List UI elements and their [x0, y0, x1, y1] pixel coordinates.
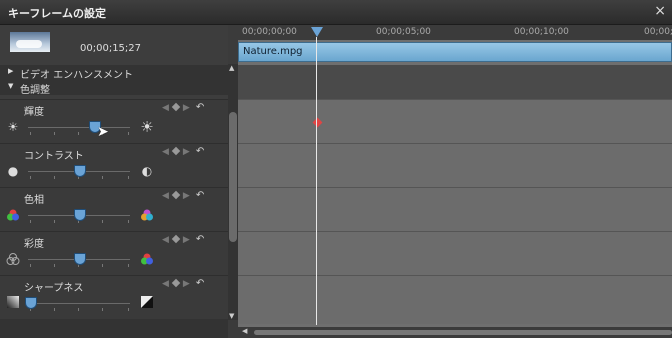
- add-keyframe-icon[interactable]: [171, 102, 181, 112]
- adjust-row-sharpness: シャープネス ◀ ▶ ↶: [0, 275, 228, 319]
- keyframe-timeline[interactable]: 00;00;00;00 00;00;05;00 00;00;10;00 00;0…: [238, 25, 672, 338]
- reset-icon[interactable]: ↶: [196, 102, 204, 113]
- playhead-line[interactable]: [316, 37, 317, 325]
- sharp-square-icon: [140, 296, 154, 310]
- scroll-left-icon[interactable]: ◀: [242, 327, 247, 335]
- color-circles-icon: [140, 252, 154, 266]
- window-title: キーフレームの設定: [8, 7, 107, 20]
- add-keyframe-icon[interactable]: [171, 234, 181, 244]
- preview-thumbnail: [10, 32, 50, 52]
- mouse-cursor-icon: ➤: [97, 124, 109, 140]
- reset-icon[interactable]: ↶: [196, 146, 204, 157]
- slider-thumb[interactable]: [74, 253, 86, 265]
- adjust-label: 色相: [24, 195, 44, 206]
- adjust-label: 輝度: [24, 107, 44, 118]
- current-timecode: 00;00;15;27: [80, 43, 142, 54]
- slider-thumb[interactable]: [25, 297, 37, 309]
- keyframe-controls[interactable]: ◀ ▶ ↶: [162, 234, 204, 245]
- adjust-row-hue: 色相 ◀ ▶ ↶: [0, 187, 228, 231]
- horizontal-scrollbar[interactable]: ◀: [238, 327, 672, 338]
- section-color-adjust[interactable]: ▼ 色調整: [0, 80, 228, 96]
- reset-icon[interactable]: ↶: [196, 278, 204, 289]
- title-bar: キーフレームの設定 ×: [0, 0, 672, 25]
- keyframe-lane[interactable]: [238, 231, 672, 275]
- scroll-down-icon[interactable]: ▼: [229, 312, 234, 320]
- time-ruler[interactable]: 00;00;00;00 00;00;05;00 00;00;10;00 00;0…: [238, 25, 672, 40]
- reset-icon[interactable]: ↶: [196, 234, 204, 245]
- collapse-arrow-icon: ▼: [8, 82, 14, 90]
- slider-track[interactable]: [28, 127, 130, 128]
- playhead-handle[interactable]: [311, 27, 323, 37]
- sun-large-icon: ☀: [140, 118, 154, 136]
- section-label: ビデオ エンハンスメント: [20, 70, 133, 81]
- slider-thumb[interactable]: [74, 209, 86, 221]
- gradient-square-icon: [6, 296, 20, 310]
- section-band: [238, 65, 672, 99]
- expand-arrow-icon: ▶: [8, 67, 14, 75]
- scrollbar-thumb[interactable]: [229, 112, 237, 242]
- keyframe-controls[interactable]: ◀ ▶ ↶: [162, 278, 204, 289]
- gray-circles-icon: [6, 252, 20, 266]
- scroll-up-icon[interactable]: ▲: [229, 64, 234, 72]
- black-dot-icon: ●: [7, 164, 19, 178]
- adjust-label: コントラスト: [24, 151, 84, 162]
- adjust-row-saturation: 彩度 ◀ ▶ ↶: [0, 231, 228, 275]
- ruler-timecode: 00;00;: [644, 27, 672, 37]
- clip-name: Nature.mpg: [243, 46, 303, 57]
- adjust-row-brightness: 輝度 ◀ ▶ ↶ ☀ ☀: [0, 99, 228, 143]
- adjustments-panel: 00;00;15;27 ▶ ビデオ エンハンスメント ▼ 色調整 輝度 ◀ ▶ ↶ …: [0, 25, 228, 338]
- adjust-label: 彩度: [24, 239, 44, 250]
- add-keyframe-icon[interactable]: [171, 278, 181, 288]
- rgb-circles-icon: [6, 208, 20, 222]
- keyframe-lane[interactable]: [238, 275, 672, 324]
- keyframe-lane[interactable]: [238, 143, 672, 187]
- slider-thumb[interactable]: [74, 165, 86, 177]
- half-circle-icon: ◐: [141, 164, 153, 178]
- video-clip[interactable]: Nature.mpg: [238, 42, 672, 62]
- slider-track[interactable]: [28, 303, 130, 304]
- keyframe-controls[interactable]: ◀ ▶ ↶: [162, 102, 204, 113]
- rgb-circles-shifted-icon: [140, 208, 154, 222]
- section-white-balance-partial: [0, 319, 228, 338]
- close-icon[interactable]: ×: [654, 3, 666, 19]
- reset-icon[interactable]: ↶: [196, 190, 204, 201]
- add-keyframe-icon[interactable]: [171, 190, 181, 200]
- keyframe-lane[interactable]: [238, 187, 672, 231]
- keyframe-controls[interactable]: ◀ ▶ ↶: [162, 190, 204, 201]
- section-video-enhancement[interactable]: ▶ ビデオ エンハンスメント: [0, 65, 228, 81]
- ruler-timecode: 00;00;00;00: [242, 27, 297, 37]
- keyframe-lane[interactable]: [238, 99, 672, 143]
- vertical-scrollbar[interactable]: ▲ ▼: [228, 64, 238, 320]
- scrollbar-thumb[interactable]: [254, 330, 672, 335]
- adjust-label: シャープネス: [24, 283, 84, 294]
- sun-small-icon: ☀: [7, 120, 19, 134]
- ruler-timecode: 00;00;10;00: [514, 27, 569, 37]
- keyframe-controls[interactable]: ◀ ▶ ↶: [162, 146, 204, 157]
- ruler-timecode: 00;00;05;00: [376, 27, 431, 37]
- section-label: 色調整: [20, 85, 50, 96]
- add-keyframe-icon[interactable]: [171, 146, 181, 156]
- adjust-row-contrast: コントラスト ◀ ▶ ↶ ● ◐: [0, 143, 228, 187]
